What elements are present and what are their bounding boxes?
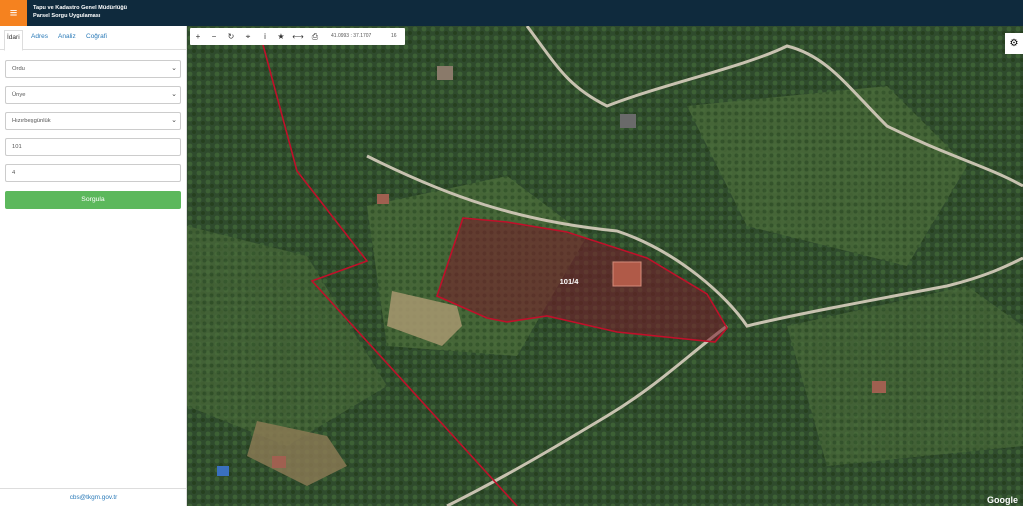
zoom-level: 16 xyxy=(391,33,397,39)
measure-icon[interactable]: ⟷ xyxy=(290,28,306,45)
menu-icon[interactable]: ≡ xyxy=(0,0,27,26)
parcel-label: 101/4 xyxy=(560,277,580,286)
tab-idari[interactable]: İdari xyxy=(4,30,23,51)
building xyxy=(377,194,389,204)
building xyxy=(437,66,453,80)
district-select[interactable]: Ünye ⌄ xyxy=(5,86,181,104)
app-header: ≡ Tapu ve Kadastro Genel Müdürlüğü Parse… xyxy=(0,0,1023,26)
parcel-input[interactable]: 4 xyxy=(5,164,181,182)
block-value: 101 xyxy=(12,144,22,150)
map-view[interactable]: 101/4 xyxy=(187,26,1023,506)
district-value: Ünye xyxy=(12,92,26,98)
building xyxy=(217,466,229,476)
query-button[interactable]: Sorgula xyxy=(5,191,181,209)
tab-bar: İdari Adres Analiz Coğrafi xyxy=(0,26,187,51)
tab-adres[interactable]: Adres xyxy=(31,30,48,44)
print-icon[interactable]: ⎙ xyxy=(307,28,323,45)
neighborhood-value: Hızırbeşgünlük xyxy=(12,118,51,124)
chevron-down-icon: ⌄ xyxy=(171,91,177,98)
title-line-2: Parsel Sorgu Uygulaması xyxy=(33,13,101,19)
tab-cografi[interactable]: Coğrafi xyxy=(86,30,107,44)
building xyxy=(620,114,636,128)
parcel-value: 4 xyxy=(12,170,16,176)
satellite-map[interactable]: 101/4 xyxy=(187,26,1023,506)
google-attribution: Google xyxy=(987,495,1018,505)
parcel-building xyxy=(612,261,642,287)
gear-icon[interactable]: ⚙ xyxy=(1005,33,1023,54)
province-value: Ordu xyxy=(12,66,25,72)
building xyxy=(272,456,286,468)
neighborhood-select[interactable]: Hızırbeşgünlük ⌄ xyxy=(5,112,181,130)
map-toolbar: + − ↻ ⌖ i ★ ⟷ ⎙ 41.0993 : 37.1707 16 xyxy=(190,28,405,45)
info-icon[interactable]: i xyxy=(257,28,273,45)
zoom-in-icon[interactable]: + xyxy=(190,28,206,45)
app-title: Tapu ve Kadastro Genel Müdürlüğü Parsel … xyxy=(33,4,127,20)
block-input[interactable]: 101 xyxy=(5,138,181,156)
province-select[interactable]: Ordu ⌄ xyxy=(5,60,181,78)
chevron-down-icon: ⌄ xyxy=(171,65,177,72)
tab-analiz[interactable]: Analiz xyxy=(58,30,76,44)
chevron-down-icon: ⌄ xyxy=(171,117,177,124)
refresh-icon[interactable]: ↻ xyxy=(223,28,239,45)
contact-email-link[interactable]: cbs@tkgm.gov.tr xyxy=(0,488,187,506)
building xyxy=(872,381,886,393)
star-icon[interactable]: ★ xyxy=(273,28,289,45)
zoom-out-icon[interactable]: − xyxy=(206,28,222,45)
coordinate-readout: 41.0993 : 37.1707 xyxy=(331,33,372,39)
locate-icon[interactable]: ⌖ xyxy=(240,28,256,45)
title-line-1: Tapu ve Kadastro Genel Müdürlüğü xyxy=(33,5,128,11)
sidebar: İdari Adres Analiz Coğrafi Ordu ⌄ Ünye ⌄… xyxy=(0,26,187,506)
